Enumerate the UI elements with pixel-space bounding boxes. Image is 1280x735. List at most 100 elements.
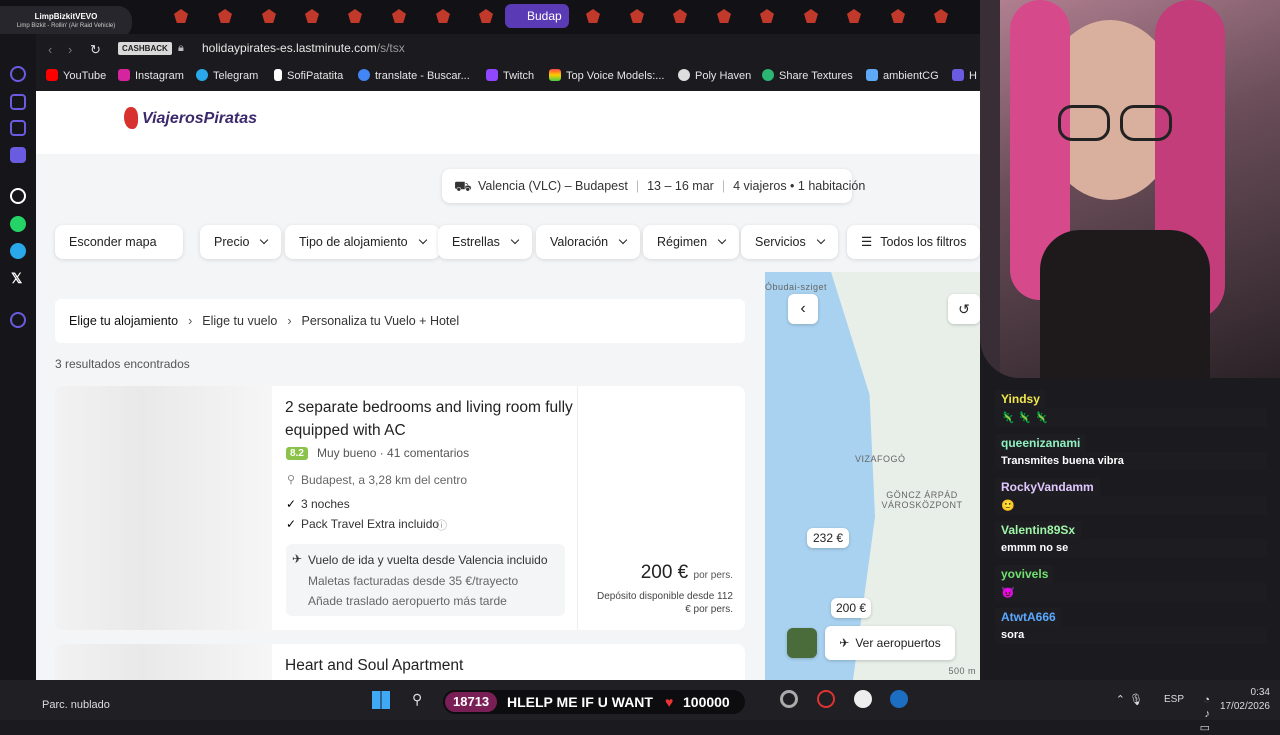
hotel-image[interactable] [55,644,272,680]
breadcrumb-step-1[interactable]: Elige tu alojamiento [69,314,178,328]
sidebar-m-icon[interactable] [10,147,26,163]
obs-icon[interactable] [854,690,872,708]
tab-favicon-icon[interactable] [218,9,232,23]
tab-favicon-icon[interactable] [392,9,406,23]
filter-board[interactable]: Régimen [643,225,740,259]
breadcrumb-step-2[interactable]: Elige tu vuelo [202,314,277,328]
chat-username: queenizanami [995,434,1087,452]
sidebar-history-icon[interactable] [10,66,26,82]
tab-favicon-icon[interactable] [804,9,818,23]
map-layer-toggle[interactable] [787,628,817,658]
filter-stars[interactable]: Estrellas [438,225,532,259]
hotel-image[interactable] [55,386,272,630]
tab-favicon-icon[interactable] [891,9,905,23]
info-icon[interactable]: ⓘ [436,517,447,533]
tab-active[interactable]: Budap [505,4,569,28]
tab-favicon-icon[interactable] [630,9,644,23]
reload-icon[interactable]: ↻ [90,42,101,58]
search-icon[interactable]: ⚲ [412,691,422,708]
tab-favicon-icon[interactable] [934,9,948,23]
filter-services[interactable]: Servicios [741,225,838,259]
search-summary[interactable]: ⛟ Valencia (VLC) – Budapest | 13 – 16 mar |… [442,169,865,203]
sliders-icon: ☰ [861,235,873,249]
tab-favicon-icon[interactable] [174,9,188,23]
settings-icon[interactable] [780,690,798,708]
opera-gx-icon[interactable] [817,690,835,708]
tab-favicon-icon[interactable] [586,9,600,23]
tab-favicon-icon[interactable] [760,9,774,23]
mic-icon[interactable]: 🎙︎ [1129,693,1143,707]
breadcrumb-step-3[interactable]: Personaliza tu Vuelo + Hotel [302,314,460,328]
transfer-text: Añade traslado aeropuerto más tarde [308,594,507,608]
sidebar-clock-icon[interactable] [10,312,26,328]
browser-sidebar: 𝕏 [0,34,36,680]
tab-favicon-icon[interactable] [479,9,493,23]
stream-chat: Yindsy 🦎 🦎 🦎 queenizanami Transmites buena… [995,380,1267,680]
hide-map-button[interactable]: Esconder mapa [55,225,183,259]
tab-favicon-icon[interactable] [847,9,861,23]
x-icon[interactable]: 𝕏 [11,270,22,287]
bookmark-h[interactable]: H [952,69,977,82]
hotel-price[interactable]: 200 € por pers. [641,562,733,584]
see-airports-button[interactable]: ✈ Ver aeropuertos [825,626,955,660]
bookmark-ambientcg[interactable]: ambientCG [866,69,939,82]
tray-chevron-icon[interactable]: ⌃ [1116,693,1125,707]
network-volume-icons[interactable]: ◔ ♪ ▭ [1200,693,1210,735]
tab-favicon-icon[interactable] [717,9,731,23]
chat-text: Transmites buena vibra [995,452,1267,470]
bookmark-poly-haven[interactable]: Poly Haven [678,69,751,82]
check-icon: ✓ [286,517,297,531]
bookmark-twitch[interactable]: Twitch [486,69,534,82]
sidebar-notes-icon[interactable] [10,120,26,136]
tab-favicon-icon[interactable] [673,9,687,23]
chatgpt-icon[interactable] [10,188,26,204]
cashback-badge[interactable]: CASHBACK [118,42,172,55]
forward-icon[interactable]: › [68,42,72,57]
deposit-text: Depósito disponible desde 112 € por pers… [596,591,733,615]
bookmark-sofipatatita[interactable]: SofiPatatita [274,69,343,82]
map-price-pin[interactable]: 200 € [831,598,871,618]
hotel-card[interactable]: Heart and Soul Apartment [55,644,745,680]
hotel-title[interactable]: 2 separate bedrooms and living room full… [285,396,575,442]
bookmark-youtube[interactable]: YouTube [46,69,106,82]
map-price-pin[interactable]: 232 € [807,528,849,548]
bookmark-translate[interactable]: translate - Buscar... [358,69,470,82]
url-field[interactable]: holidaypirates-es.lastminute.com/s/tsx [202,41,405,55]
telegram-icon[interactable] [10,243,26,259]
map-collapse-button[interactable]: ‹ [788,294,818,324]
clock-date[interactable]: 17/02/2026 [1220,700,1270,714]
chat-message: RockyVandamm 🙂 [995,478,1267,515]
bookmark-instagram[interactable]: Instagram [118,69,184,82]
clock-time[interactable]: 0:34 [1220,686,1270,700]
chevron-down-icon [510,235,520,245]
filter-accommodation-type[interactable]: Tipo de alojamiento [285,225,440,259]
whatsapp-icon[interactable] [10,216,26,232]
site-logo[interactable]: ViajerosPiratas [124,107,257,129]
tab-favicon-icon[interactable] [262,9,276,23]
tab-favicon-icon[interactable] [436,9,450,23]
hotel-card[interactable]: 2 separate bedrooms and living room full… [55,386,745,630]
tab-favicon-icon[interactable] [348,9,362,23]
tab-favicon-icon[interactable] [305,9,319,23]
windows-start-icon[interactable] [372,691,390,709]
lock-icon[interactable]: 🔒︎ [178,42,184,55]
bookmark-share-textures[interactable]: Share Textures [762,69,853,82]
sidebar-shopping-icon[interactable] [10,94,26,110]
site-header: ViajerosPiratas [36,91,980,154]
map-scale: 500 m [948,666,976,676]
steam-icon[interactable] [890,690,908,708]
map[interactable]: Óbudai-sziget VIZAFOGÓ GÖNCZ ÁRPÁD VÁROS… [765,272,980,680]
map-refresh-button[interactable]: ↺ [948,294,980,324]
hotel-title[interactable]: Heart and Soul Apartment [285,654,575,677]
back-icon[interactable]: ‹ [48,42,52,57]
rating-text: Muy bueno · 41 comentarios [317,446,470,460]
filter-rating[interactable]: Valoración [536,225,641,259]
bookmark-top-voice-models[interactable]: Top Voice Models:... [549,69,664,82]
filter-price[interactable]: Precio [200,225,282,259]
weather-text[interactable]: Parc. nublado [42,699,110,711]
language-indicator[interactable]: ESP [1164,693,1184,707]
all-filters-button[interactable]: ☰ Todos los filtros [847,225,980,259]
chat-message: AtwtA666 sora [995,608,1267,644]
bookmark-telegram[interactable]: Telegram [196,69,258,82]
score-badge: 8.2 [286,447,308,460]
